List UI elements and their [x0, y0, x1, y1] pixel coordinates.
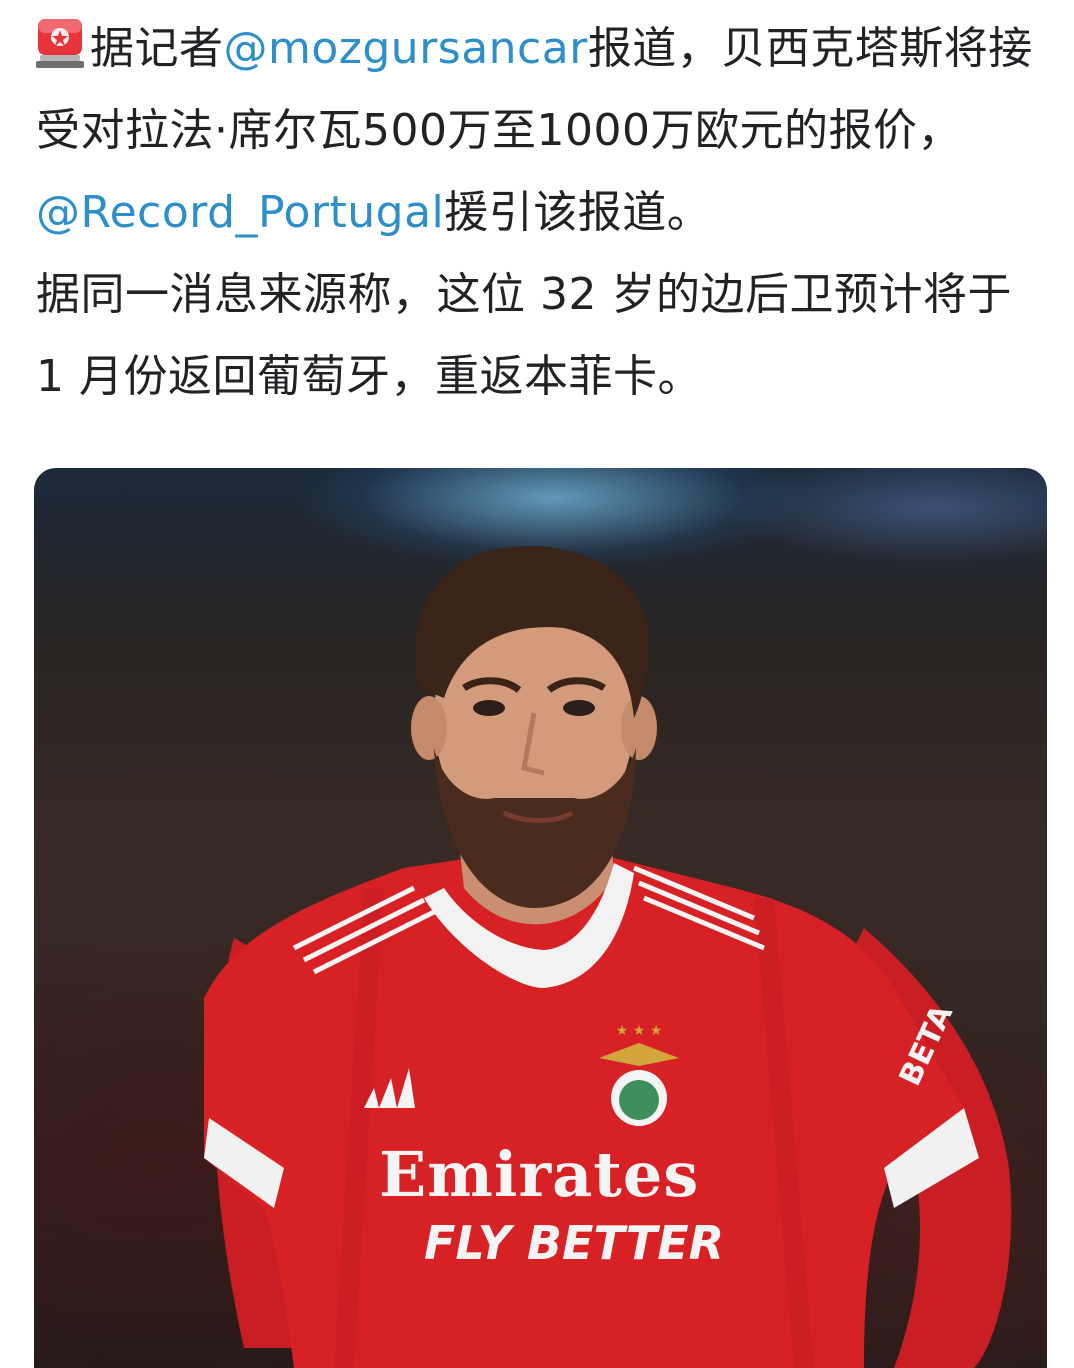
mention-link-record-portugal[interactable]: @Record_Portugal: [36, 187, 444, 238]
svg-text:★ ★ ★: ★ ★ ★: [616, 1023, 663, 1039]
mention-link-mozgursancar[interactable]: @mozgursancar: [224, 23, 588, 74]
post-text: 据记者@mozgursancar报道，贝西克塔斯将接受对拉法·席尔瓦500万至1…: [36, 8, 1046, 418]
post-paragraph-2: 据同一消息来源称，这位 32 岁的边后卫预计将于 1 月份返回葡萄牙，重返本菲卡…: [36, 269, 1012, 402]
post-text-segment: 援引该报道。: [444, 187, 712, 238]
post-paragraph-1: 据记者@mozgursancar报道，贝西克塔斯将接受对拉法·席尔瓦500万至1…: [36, 8, 1046, 254]
post-photo[interactable]: ★ ★ ★ Emirates FLY BETTER BETA: [34, 468, 1047, 1368]
siren-icon: [36, 19, 84, 68]
sponsor-emirates: Emirates: [379, 1138, 700, 1211]
sponsor-tagline: FLY BETTER: [424, 1216, 725, 1270]
post-text-segment: 据记者: [90, 23, 224, 74]
